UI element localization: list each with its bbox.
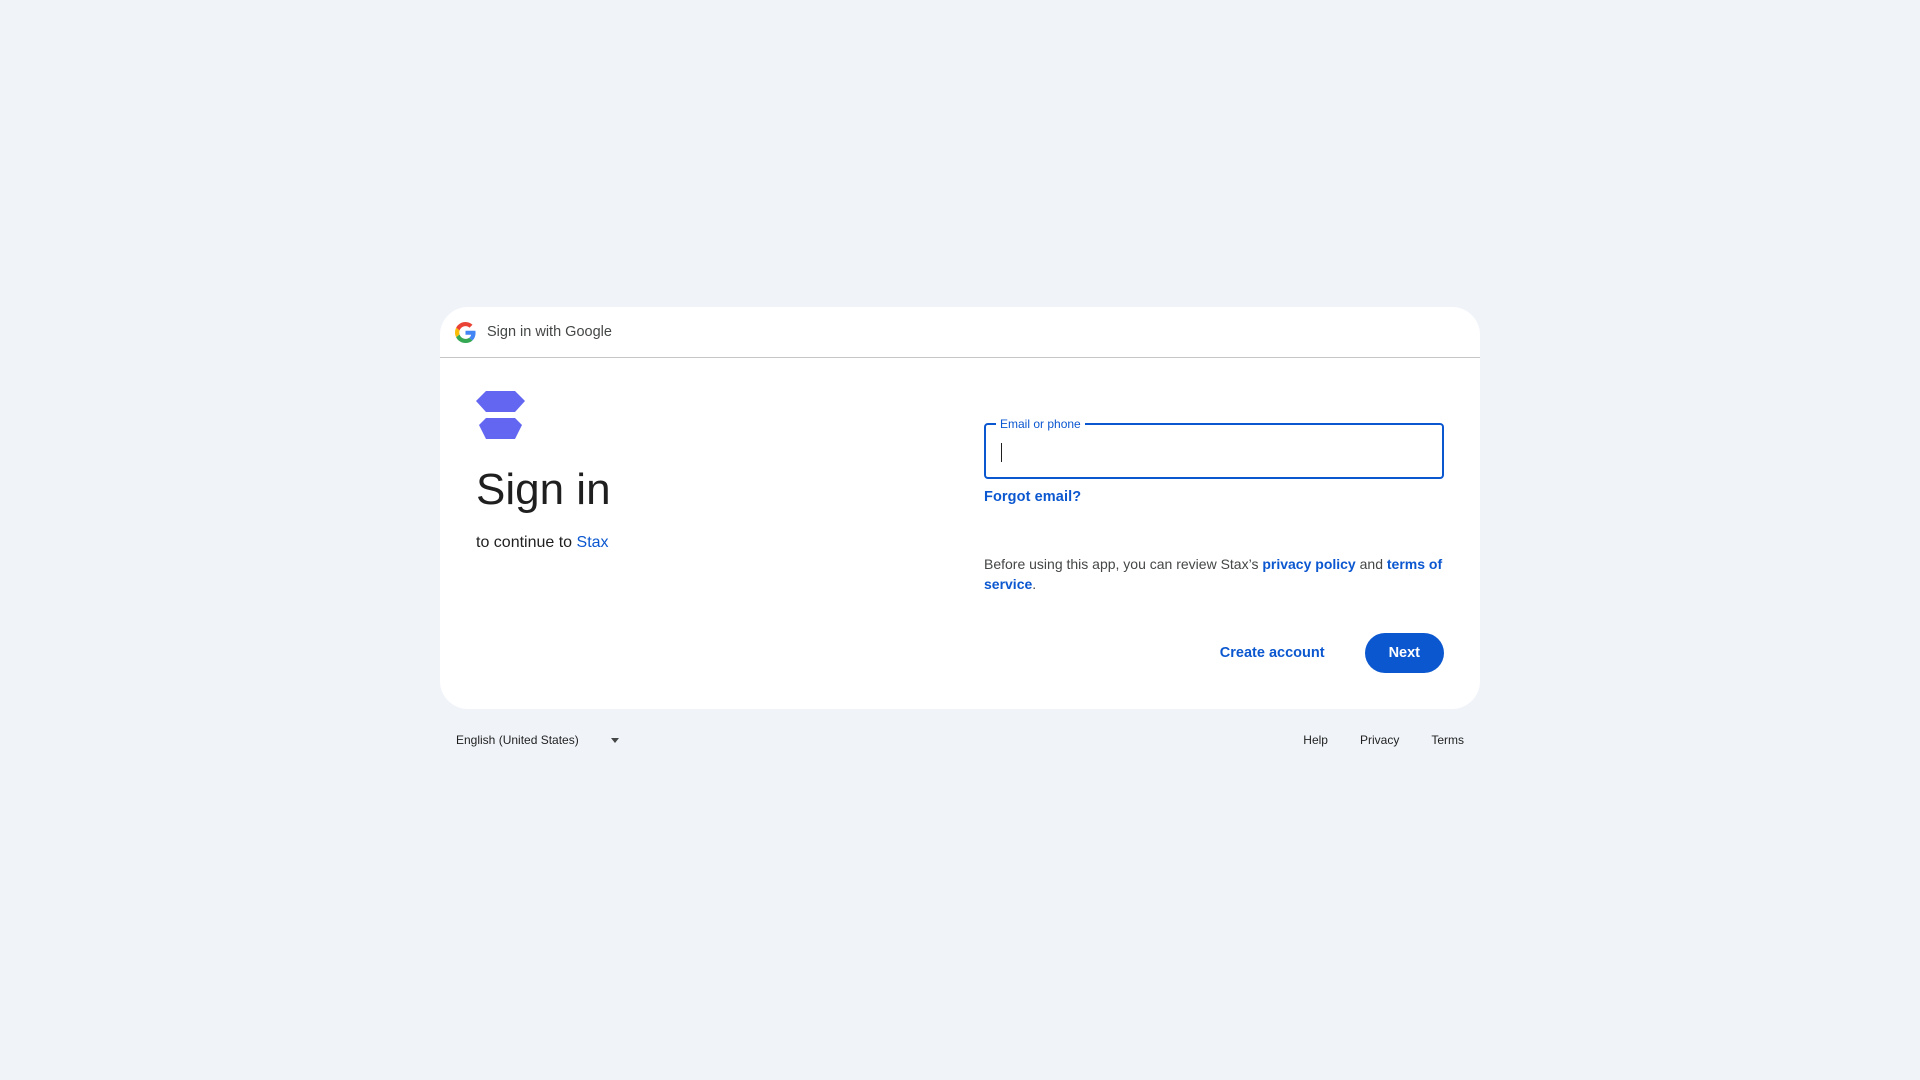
create-account-button[interactable]: Create account [1198,635,1347,671]
terms-link[interactable]: Terms [1431,733,1464,747]
email-field-label: Email or phone [996,416,1085,432]
language-selector[interactable]: English (United States) [456,733,619,747]
card-header: Sign in with Google [440,307,1480,358]
help-link[interactable]: Help [1303,733,1328,747]
google-g-icon [455,321,476,343]
page-title: Sign in [476,465,611,514]
text-cursor [1001,443,1002,462]
form-actions: Create account Next [1198,633,1444,673]
sign-in-card: Sign in with Google Sign in to continue … [440,307,1480,709]
subtitle-prefix: to continue to [476,534,577,551]
notice-and: and [1355,556,1387,572]
footer-links: Help Privacy Terms [1271,733,1464,747]
left-column: Sign in to continue to Stax [476,391,611,552]
header-title: Sign in with Google [487,324,612,340]
notice-suffix: . [1032,576,1037,592]
chevron-down-icon [610,737,619,743]
stax-logo-icon [476,391,525,439]
language-label: English (United States) [456,733,579,747]
privacy-notice: Before using this app, you can review St… [984,554,1444,594]
notice-prefix: Before using this app, you can review St… [984,556,1263,572]
next-button[interactable]: Next [1364,633,1444,673]
right-column: Email or phone Forgot email? Before usin… [984,416,1444,594]
privacy-policy-link[interactable]: privacy policy [1262,556,1355,572]
app-name-link[interactable]: Stax [577,534,609,551]
page-footer: English (United States) Help Privacy Ter… [440,725,1480,755]
email-field: Email or phone [984,416,1444,479]
email-input[interactable] [986,425,1442,477]
forgot-email-link[interactable]: Forgot email? [984,489,1081,505]
privacy-link[interactable]: Privacy [1360,733,1399,747]
page-subtitle: to continue to Stax [476,534,611,552]
